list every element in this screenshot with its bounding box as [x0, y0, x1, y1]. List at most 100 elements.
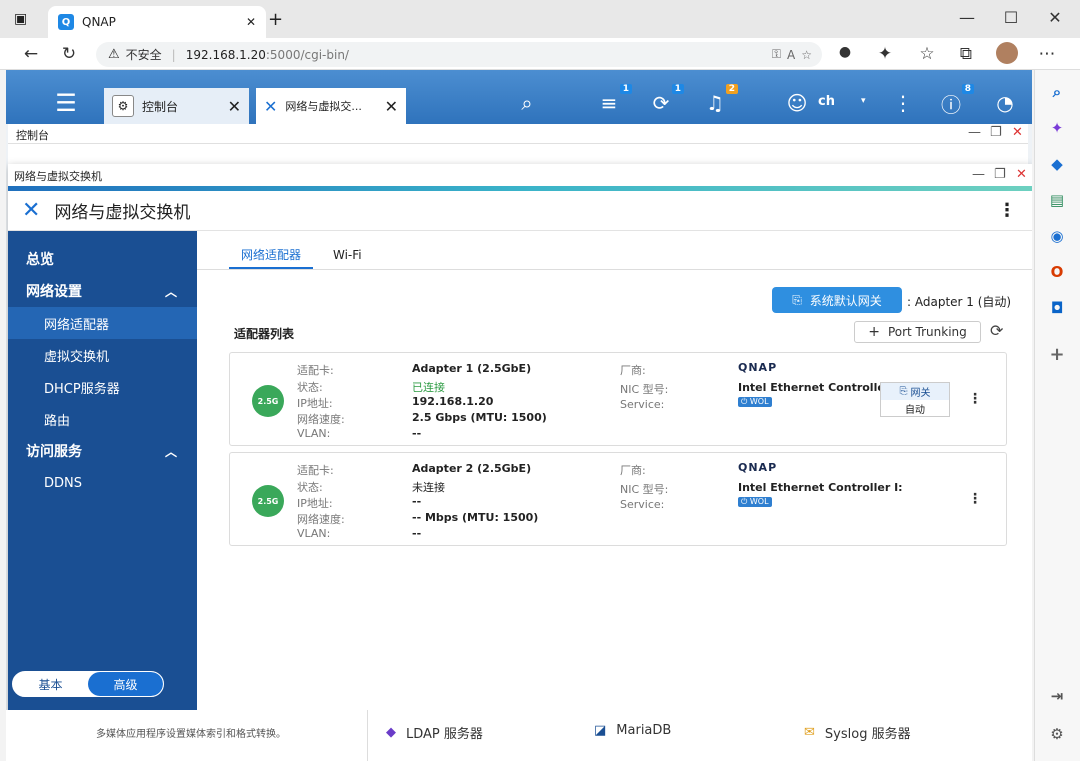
more-icon[interactable]: ⋯ — [1036, 44, 1058, 64]
tools-icon[interactable]: ▤ — [1043, 186, 1071, 214]
user-icon[interactable]: ☺ — [782, 88, 812, 118]
minimize-icon[interactable]: — — [952, 8, 982, 27]
sidebar-item-routing[interactable]: 路由 — [8, 403, 197, 435]
app-label: MariaDB — [616, 723, 672, 738]
sidebar-item-access-services[interactable]: 访问服务 ︿ — [8, 435, 197, 467]
back-icon[interactable]: ← — [20, 44, 42, 64]
user-name[interactable]: ch — [818, 94, 835, 109]
adapter-status: 未连接 — [412, 481, 445, 494]
new-tab-button[interactable]: + — [268, 9, 283, 30]
edge-sidebar: ⌕ ✦ ◆ ▤ ◉ O ◘ + ⇥ ⚙ — [1034, 70, 1080, 761]
dashboard-icon[interactable]: ◔ — [990, 88, 1020, 118]
tab-network-adapters[interactable]: 网络适配器 — [229, 241, 314, 269]
port-trunking-button[interactable]: + Port Trunking — [854, 321, 981, 343]
app-label: LDAP 服务器 — [406, 727, 483, 742]
favorites-icon[interactable]: ☆ — [916, 44, 938, 64]
close-icon[interactable]: ✕ — [228, 97, 241, 116]
tab-actions-icon[interactable]: ▣ — [14, 11, 27, 27]
copilot-icon[interactable]: ✦ — [1043, 114, 1071, 142]
close-icon[interactable]: ✕ — [1012, 125, 1023, 140]
favorite-icon[interactable]: ☆ — [801, 48, 812, 62]
settings-icon[interactable]: ⚙ — [1043, 720, 1071, 748]
adapter-vlan: -- — [412, 427, 422, 440]
chevron-up-icon: ︿ — [164, 284, 177, 299]
search-icon[interactable]: ⌕ — [512, 88, 542, 118]
label-adapter: 适配卡: — [297, 464, 334, 477]
sidebar-item-network-adapters[interactable]: 网络适配器 — [8, 307, 197, 339]
adapter-status: 已连接 — [412, 381, 445, 394]
extension-cookie-icon[interactable]: ● — [834, 44, 856, 60]
app-label: Syslog 服务器 — [824, 727, 911, 742]
add-icon[interactable]: + — [1043, 340, 1071, 368]
close-icon[interactable]: ✕ — [1040, 8, 1070, 27]
gateway-icon: ⎘ — [792, 292, 802, 307]
tasks-icon[interactable]: ≡ 1 — [594, 84, 632, 118]
games-icon[interactable]: ◉ — [1043, 222, 1071, 250]
label-vendor: 厂商: — [620, 464, 646, 477]
gateway-option[interactable]: ⎘ 网关 — [881, 383, 949, 400]
sidebar-item-label: 总览 — [26, 252, 54, 268]
mode-basic[interactable]: 基本 — [13, 672, 88, 696]
minimize-icon[interactable]: — — [968, 125, 981, 140]
read-aloud-icon[interactable]: A — [787, 48, 795, 62]
auto-option[interactable]: 自动 — [881, 400, 949, 417]
app-ldap[interactable]: ◆ LDAP 服务器 — [386, 723, 483, 742]
default-gateway-button[interactable]: ⎘ 系统默认网关 — [772, 287, 902, 313]
bell-icon[interactable]: ♫ 2 — [700, 84, 738, 118]
sidebar-item-dhcp[interactable]: DHCP服务器 — [8, 371, 197, 403]
shopping-icon[interactable]: ◆ — [1043, 150, 1071, 178]
label-speed: 网络速度: — [297, 413, 345, 426]
label-adapter: 适配卡: — [297, 364, 334, 377]
chevron-down-icon[interactable]: ▾ — [861, 96, 866, 106]
adapter-ip: 192.168.1.20 — [412, 395, 494, 408]
extensions-icon[interactable]: ✦ — [874, 44, 896, 64]
profile-avatar[interactable] — [996, 42, 1018, 64]
adapter-ip: -- — [412, 495, 422, 508]
outlook-icon[interactable]: ◘ — [1043, 294, 1071, 322]
sidebar-item-ddns[interactable]: DDNS — [8, 467, 197, 499]
sidebar-item-virtual-switch[interactable]: 虚拟交换机 — [8, 339, 197, 371]
sidebar-item-network-settings[interactable]: 网络设置 ︿ — [8, 275, 197, 307]
wol-label: WOL — [749, 397, 769, 406]
url-field[interactable]: ⚠ 不安全 | 192.168.1.20:5000/cgi-bin/ ⚿ A ☆ — [96, 42, 822, 67]
adapter-more-icon[interactable]: ⋮ — [968, 391, 982, 407]
gateway-popup[interactable]: ⎘ 网关 自动 — [880, 382, 950, 417]
sync-icon[interactable]: ⟳ 1 — [646, 84, 684, 118]
options-icon[interactable]: ⋮ — [888, 88, 918, 118]
app-syslog[interactable]: ✉ Syslog 服务器 — [804, 723, 911, 742]
network-icon: ✕ — [22, 198, 41, 223]
gear-icon: ⚙ — [112, 95, 134, 117]
close-tab-icon[interactable]: ✕ — [246, 15, 256, 29]
refresh-icon[interactable]: ↻ — [58, 44, 80, 64]
chevron-up-icon: ︿ — [164, 444, 177, 459]
more-options-icon[interactable]: ⋮ — [998, 200, 1016, 221]
label-vlan: VLAN: — [297, 527, 331, 540]
sidebar-toggle-icon[interactable]: ⇥ — [1043, 682, 1071, 710]
mode-toggle[interactable]: 基本 高级 — [12, 671, 164, 697]
key-icon[interactable]: ⚿ — [772, 47, 781, 62]
info-icon[interactable]: ⓘ 8 — [936, 84, 974, 118]
browser-tab-qnap[interactable]: Q QNAP ✕ — [48, 6, 266, 38]
tasks-badge: 1 — [619, 84, 632, 94]
qtab-network[interactable]: ✕ 网络与虚拟交... ✕ — [256, 88, 406, 124]
main-menu-icon[interactable]: ☰ — [51, 88, 81, 118]
minimize-icon[interactable]: — — [972, 167, 985, 182]
maximize-icon[interactable]: ❐ — [990, 125, 1002, 140]
close-icon[interactable]: ✕ — [385, 97, 398, 116]
mode-advanced[interactable]: 高级 — [88, 672, 163, 696]
sidebar-item-overview[interactable]: 总览 — [8, 243, 197, 275]
refresh-icon[interactable]: ⟳ — [990, 321, 1003, 340]
collections-icon[interactable]: ⧉ — [955, 44, 977, 64]
app-mariadb[interactable]: ◪ MariaDB — [594, 723, 671, 738]
notification-badge: 2 — [725, 84, 738, 94]
adapter-more-icon[interactable]: ⋮ — [968, 491, 982, 507]
maximize-icon[interactable]: ☐ — [996, 8, 1026, 27]
tab-wifi[interactable]: Wi-Fi — [321, 241, 374, 269]
office-icon[interactable]: O — [1043, 258, 1071, 286]
maximize-icon[interactable]: ❐ — [994, 167, 1006, 182]
search-icon[interactable]: ⌕ — [1043, 78, 1071, 106]
sidebar-item-label: DDNS — [44, 475, 82, 491]
qtab-control-panel[interactable]: ⚙ 控制台 ✕ — [104, 88, 249, 124]
close-icon[interactable]: ✕ — [1016, 167, 1027, 182]
label-nic: NIC 型号: — [620, 483, 669, 496]
